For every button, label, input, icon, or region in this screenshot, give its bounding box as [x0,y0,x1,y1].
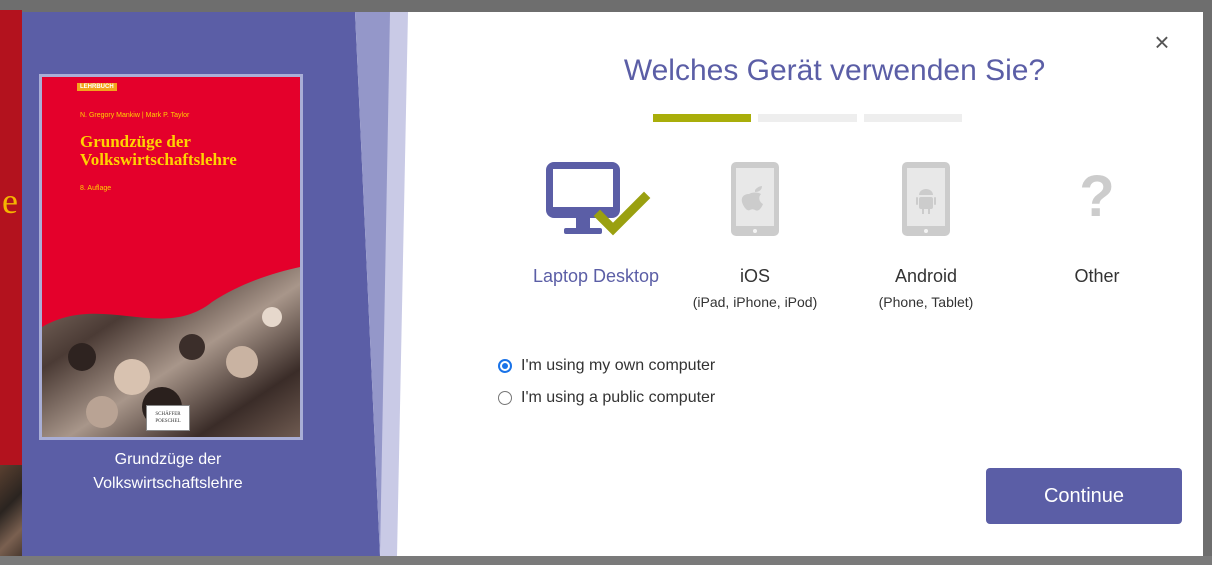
background-page-strip [0,10,22,465]
apple-tablet-icon [731,162,779,236]
continue-button[interactable]: Continue [986,468,1182,524]
book-cover: LEHRBUCH N. Gregory Mankiw | Mark P. Tay… [39,74,303,440]
question-mark-icon: ? [1079,164,1114,229]
device-option-android[interactable]: Android (Phone, Tablet) [846,152,1006,310]
book-panel: LEHRBUCH N. Gregory Mankiw | Mark P. Tay… [22,12,412,556]
radio-button-unchecked[interactable] [498,391,512,405]
monitor-check-icon [546,162,651,236]
device-selection-modal: LEHRBUCH N. Gregory Mankiw | Mark P. Tay… [22,12,1203,556]
radio-button-checked[interactable] [498,359,512,373]
publisher-logo: SCHÄFFER POESCHEL [146,405,190,431]
background-photo-strip [0,465,22,565]
cover-edition: 8. Auflage [80,185,112,192]
cover-title: Grundzüge der Volkswirtschaftslehre [80,132,237,169]
device-label: Other [1074,266,1120,286]
device-label: iOS [739,266,770,286]
svg-text:?: ? [1079,164,1114,229]
cover-crowd-photo [42,267,300,437]
device-label: Android [894,266,958,286]
progress-step-3 [864,114,962,122]
device-option-laptop-desktop[interactable]: Laptop Desktop [516,152,676,294]
book-title-caption: Grundzüge der Volkswirtschaftslehre [93,451,243,492]
radio-public-computer[interactable]: I'm using a public computer [498,389,715,407]
radio-label: I'm using my own computer [521,357,716,374]
device-label: Laptop Desktop [532,266,660,286]
cover-tag: LEHRBUCH [77,83,117,91]
device-sublabel: (Phone, Tablet) [878,294,974,310]
modal-title: Welches Gerät verwenden Sie? [623,54,1046,87]
radio-label: I'm using a public computer [521,389,716,406]
android-tablet-icon [902,162,950,236]
device-option-other[interactable]: ? Other [1017,152,1177,294]
device-option-ios[interactable]: iOS (iPad, iPhone, iPod) [675,152,835,310]
close-button[interactable]: × [1147,28,1177,58]
cover-authors: N. Gregory Mankiw | Mark P. Taylor [80,112,190,119]
background-overlay-bottom [0,556,1212,565]
progress-step-2 [758,114,857,122]
radio-own-computer[interactable]: I'm using my own computer [498,357,715,375]
progress-step-1 [653,114,751,122]
device-sublabel: (iPad, iPhone, iPod) [692,294,818,310]
background-partial-letter: e [2,181,18,221]
